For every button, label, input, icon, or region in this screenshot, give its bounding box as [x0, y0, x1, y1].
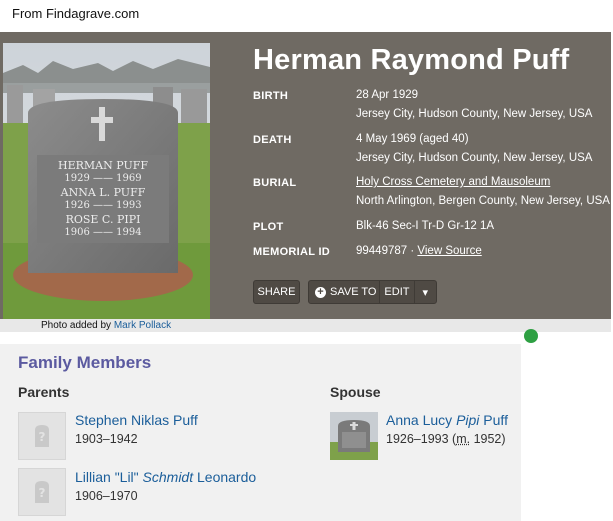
save-edit-button-group: + SAVE TO EDIT ▾: [308, 280, 437, 304]
birth-date: 28 Apr 1929: [356, 89, 419, 101]
svg-text:?: ?: [39, 430, 46, 444]
memorial-id-row: 99449787 · View Source: [356, 245, 482, 257]
inscription-name-3: ROSE C. PIPI: [66, 213, 141, 226]
memorial-id-value: 99449787: [356, 245, 408, 257]
family-members-title: Family Members: [18, 353, 152, 372]
plot-value: Blk-46 Sec-I Tr-D Gr-12 1A: [356, 220, 495, 232]
parents-heading: Parents: [18, 384, 70, 400]
plot-label: PLOT: [253, 221, 284, 233]
share-button[interactable]: SHARE: [253, 280, 300, 304]
placeholder-headstone-icon[interactable]: ?: [18, 412, 66, 460]
parent-2-last: Leonardo: [193, 469, 257, 485]
cemetery-link[interactable]: Holy Cross Cemetery and Mausoleum: [356, 176, 550, 188]
memorial-name: Herman Raymond Puff: [253, 44, 570, 76]
spouse-last: Puff: [479, 412, 508, 428]
view-source-link[interactable]: View Source: [417, 245, 481, 257]
death-label: DEATH: [253, 134, 292, 146]
inscription-name-2: ANNA L. PUFF: [60, 186, 146, 199]
memorial-header: HERMAN PUFF 1929 —— 1969 ANNA L. PUFF 19…: [0, 32, 611, 319]
spouse-life-dates: 1926–1993 (: [386, 432, 457, 446]
marriage-year: 1952): [470, 432, 506, 446]
parent-1-name[interactable]: Stephen Niklas Puff: [75, 412, 198, 428]
parent-1-dates: 1903–1942: [75, 432, 138, 446]
parent-2-maiden: Schmidt: [142, 469, 194, 485]
marriage-abbr: m.: [456, 432, 471, 446]
more-actions-button[interactable]: ▾: [413, 281, 436, 303]
inscription-name-1: HERMAN PUFF: [58, 159, 148, 172]
burial-label: BURIAL: [253, 177, 297, 189]
status-dot: [524, 329, 538, 343]
save-to-label: SAVE TO: [330, 286, 377, 298]
spouse-maiden: Pipi: [456, 412, 480, 428]
parent-2-first: Lillian "Lil": [75, 469, 143, 485]
photo-author-link[interactable]: Mark Pollack: [114, 320, 171, 331]
inscription-years-3: 1906 —— 1994: [64, 227, 141, 238]
family-members-section: Family Members Parents Spouse ? Stephen …: [0, 344, 521, 521]
birth-label: BIRTH: [253, 90, 289, 102]
spouse-dates: 1926–1993 (m. 1952): [386, 432, 506, 446]
spouse-heading: Spouse: [330, 384, 381, 400]
death-place: Jersey City, Hudson County, New Jersey, …: [356, 152, 593, 164]
memorial-id-separator: ·: [407, 245, 418, 257]
burial-place: North Arlington, Bergen County, New Jers…: [356, 195, 610, 207]
placeholder-headstone-icon[interactable]: ?: [18, 468, 66, 516]
parent-2-dates: 1906–1970: [75, 489, 138, 503]
death-date: 4 May 1969 (aged 40): [356, 133, 469, 145]
spouse-first: Anna Lucy: [386, 412, 457, 428]
edit-button[interactable]: EDIT: [379, 281, 413, 303]
spouse-headstone-thumbnail[interactable]: [330, 412, 378, 460]
source-note: From Findagrave.com: [12, 6, 140, 21]
chevron-down-icon: ▾: [422, 286, 429, 299]
inscription-years-1: 1929 —— 1969: [64, 173, 141, 184]
spouse-name[interactable]: Anna Lucy Pipi Puff: [386, 412, 508, 428]
inscription-years-2: 1926 —— 1993: [64, 200, 141, 211]
svg-text:?: ?: [39, 486, 46, 500]
plus-circle-icon: +: [315, 286, 326, 298]
parent-2-name[interactable]: Lillian "Lil" Schmidt Leonardo: [75, 469, 256, 485]
save-to-button[interactable]: + SAVE TO: [309, 281, 379, 303]
memorial-id-label: MEMORIAL ID: [253, 246, 331, 258]
photo-credit: Photo added by Mark Pollack: [41, 320, 171, 331]
photo-credit-prefix: Photo added by: [41, 320, 114, 331]
birth-place: Jersey City, Hudson County, New Jersey, …: [356, 108, 593, 120]
headstone-photo[interactable]: HERMAN PUFF 1929 —— 1969 ANNA L. PUFF 19…: [3, 43, 210, 319]
